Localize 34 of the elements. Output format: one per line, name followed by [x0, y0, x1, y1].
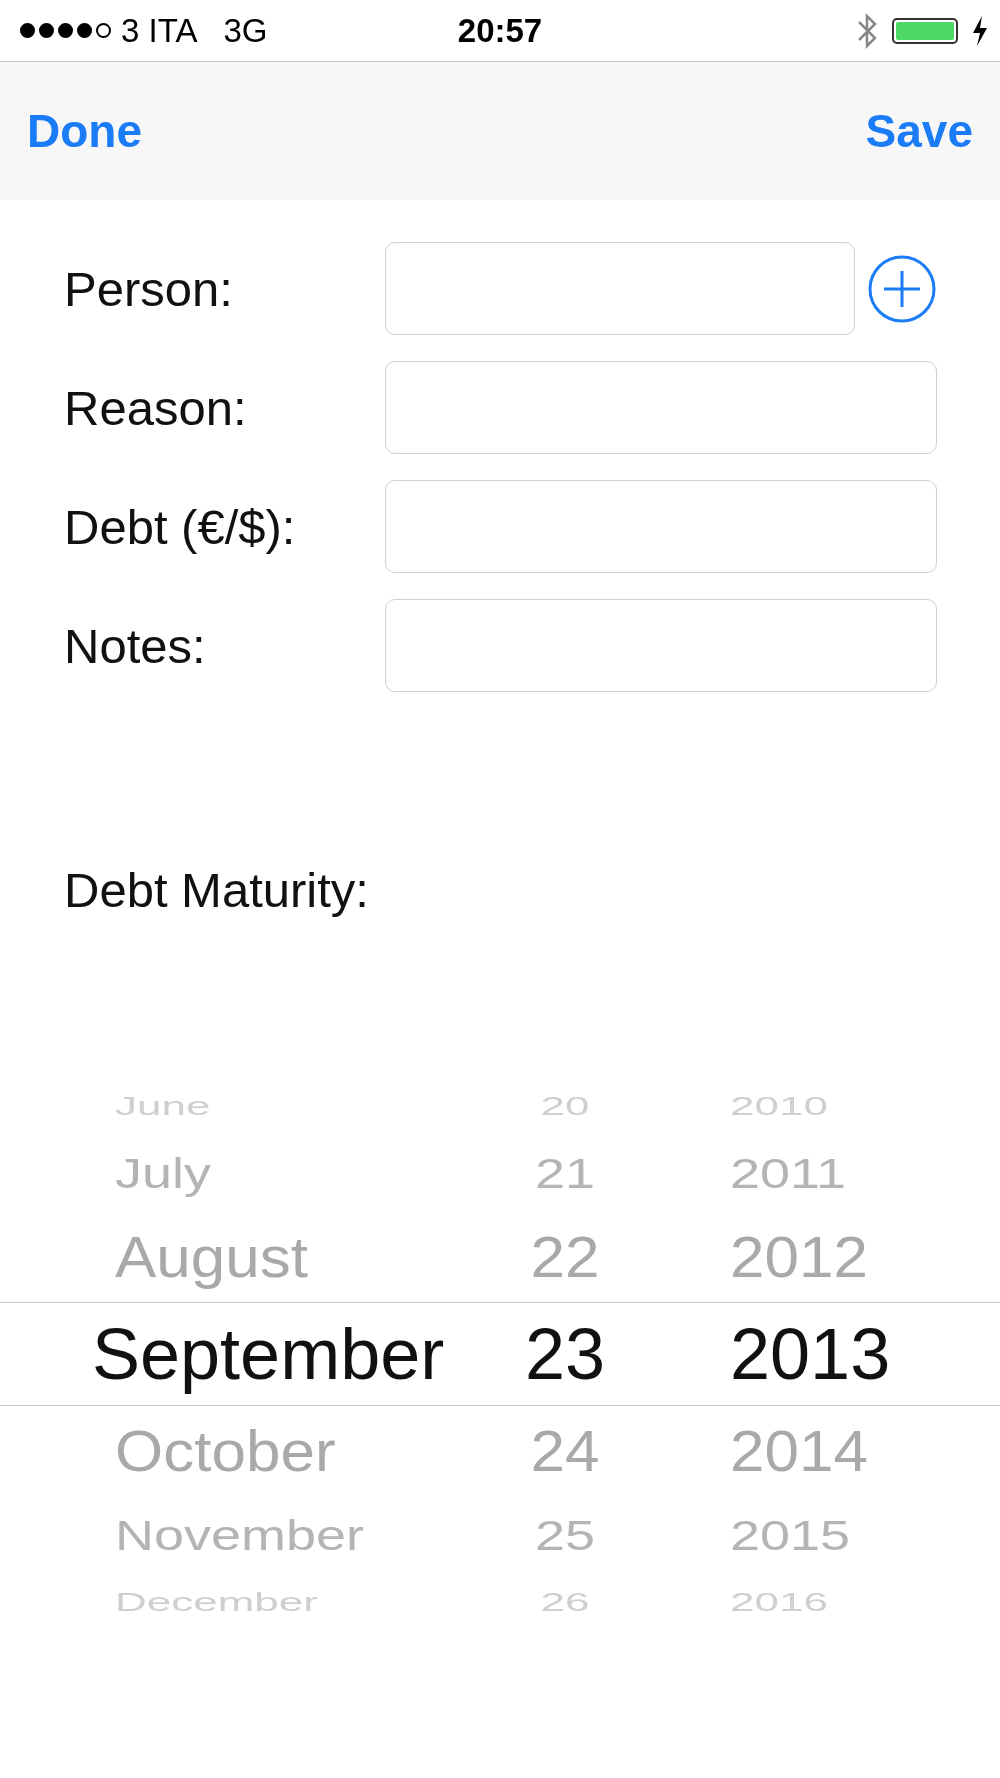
month-option[interactable]: October: [0, 1418, 336, 1484]
done-button[interactable]: Done: [27, 104, 142, 158]
day-option[interactable]: 23: [524, 1313, 606, 1395]
day-option[interactable]: 25: [534, 1510, 596, 1560]
bluetooth-icon: [856, 11, 878, 50]
month-option[interactable]: July: [0, 1148, 212, 1198]
signal-icon: [20, 23, 111, 38]
field-label: Person:: [64, 260, 234, 317]
day-option[interactable]: 21: [534, 1148, 596, 1198]
input-field[interactable]: [385, 599, 937, 692]
year-option[interactable]: 2011: [670, 1148, 847, 1198]
battery-icon: [892, 17, 958, 44]
month-option[interactable]: September: [0, 1313, 445, 1395]
add-button[interactable]: [867, 253, 937, 324]
year-option[interactable]: 2014: [670, 1418, 868, 1484]
clock-time: 20:57: [457, 11, 543, 50]
month-option[interactable]: August: [0, 1224, 309, 1290]
field-label: Debt (€/$):: [64, 498, 297, 555]
day-option[interactable]: 24: [530, 1418, 600, 1484]
maturity-label: Debt Maturity:: [64, 862, 369, 918]
field-label: Notes:: [64, 617, 207, 674]
field-label: Reason:: [64, 379, 248, 436]
save-button[interactable]: Save: [865, 104, 973, 158]
year-option[interactable]: 2013: [670, 1313, 891, 1395]
input-field[interactable]: [385, 361, 937, 454]
network-type: 3G: [223, 11, 268, 50]
year-option[interactable]: 2015: [670, 1510, 851, 1560]
year-option[interactable]: 2012: [670, 1224, 868, 1290]
lightning-icon: [972, 15, 988, 46]
day-option[interactable]: 22: [530, 1224, 600, 1290]
input-field[interactable]: [385, 480, 937, 573]
month-option[interactable]: November: [0, 1510, 365, 1560]
carrier-name: 3 ITA: [121, 11, 198, 50]
input-field[interactable]: [385, 242, 855, 335]
